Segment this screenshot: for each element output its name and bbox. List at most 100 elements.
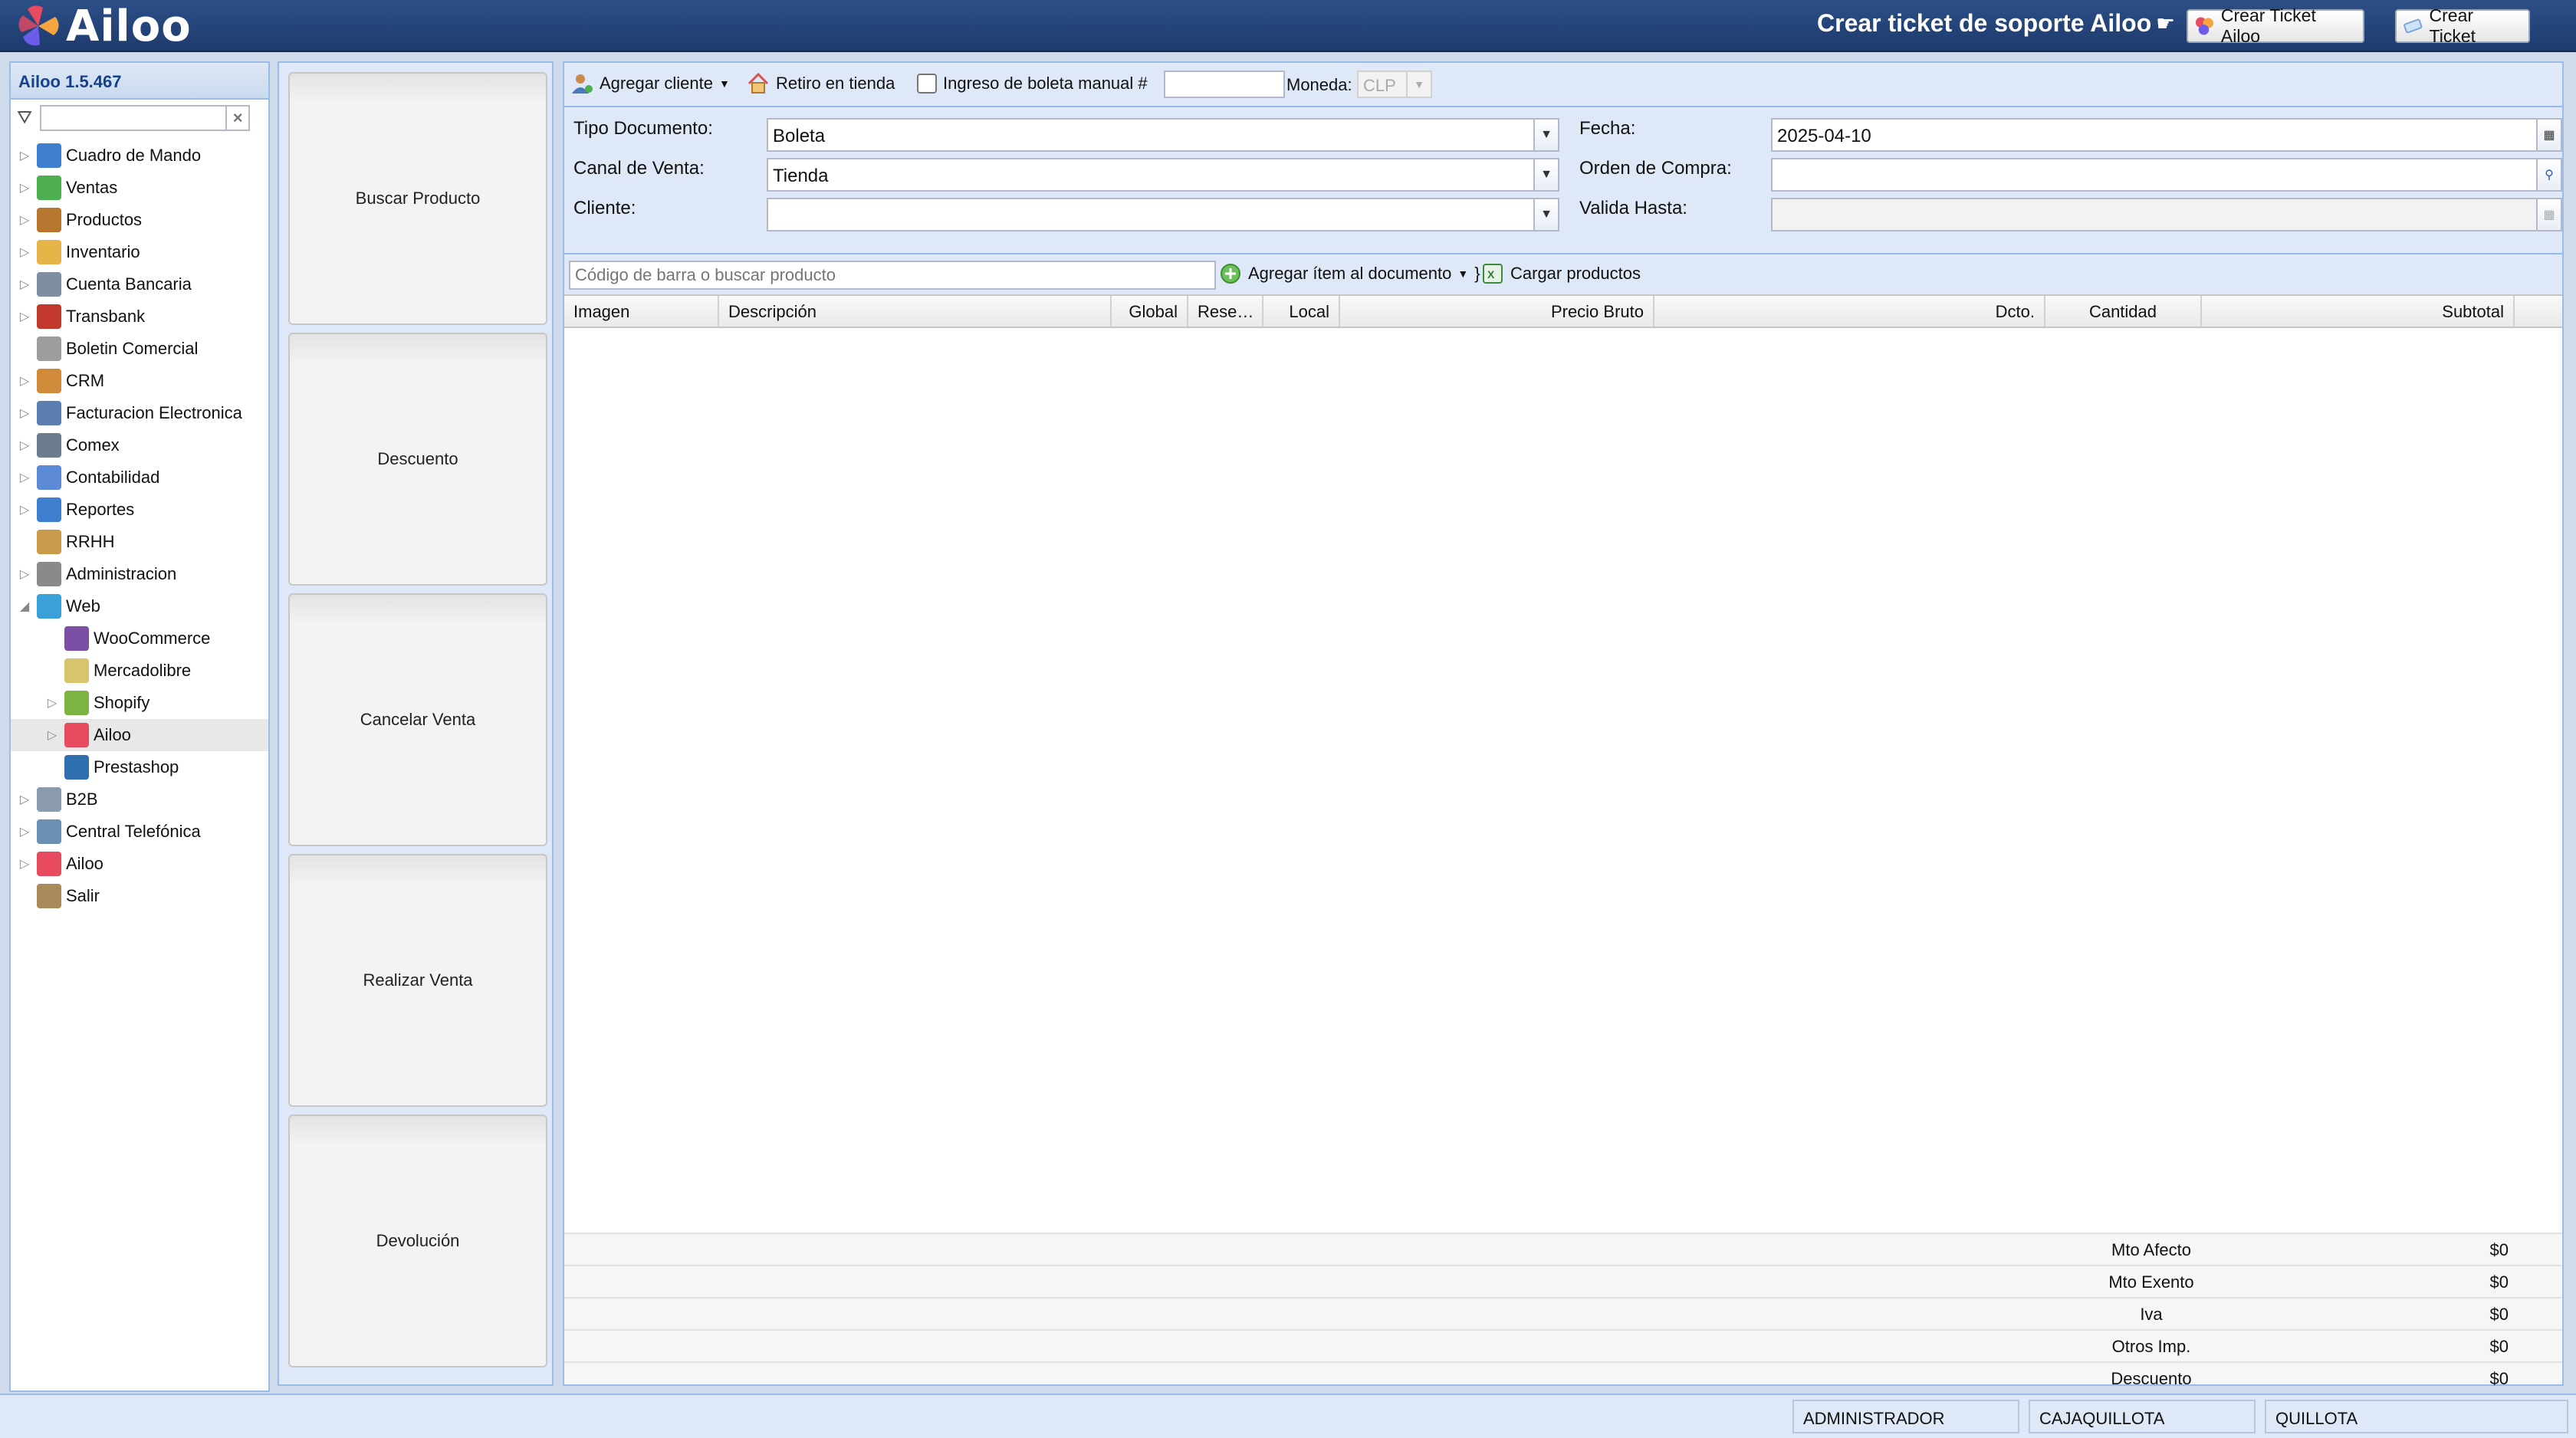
column-image[interactable]: Imagen [564, 296, 719, 327]
expand-icon[interactable]: ▷ [18, 405, 31, 421]
expand-icon[interactable]: ▷ [18, 856, 31, 872]
expand-icon[interactable]: ▷ [18, 502, 31, 517]
tree-item-label: Salir [66, 886, 100, 905]
expand-icon[interactable]: ▷ [18, 148, 31, 163]
tree-item-shopify[interactable]: ▷ Shopify [11, 687, 268, 719]
tree-item-ailoo[interactable]: ▷ Ailoo [11, 719, 268, 751]
column-discount[interactable]: Dcto. [1654, 296, 2045, 327]
totals-panel: Mto Afecto $0 Mto Exento $0 Iva $0 Otros Imp. $… [564, 1233, 2562, 1430]
tree-item-label: Cuenta Bancaria [66, 274, 192, 294]
clear-filter-button[interactable]: × [225, 105, 251, 131]
tree-item-label: Shopify [94, 693, 150, 712]
load-products-button[interactable]: X Cargar productos [1481, 262, 1641, 285]
tree-item-boletin-comercial[interactable]: Boletin Comercial [11, 333, 268, 365]
product-search-input[interactable] [569, 261, 1216, 290]
chevron-down-icon[interactable]: ▼ [1533, 118, 1559, 152]
store-pickup-button[interactable]: Retiro en tienda [747, 72, 895, 95]
expand-icon[interactable]: ▷ [18, 792, 31, 807]
totals-row: Descuento $0 [564, 1361, 2562, 1394]
receipt-number-input[interactable] [1164, 71, 1285, 98]
search-icon[interactable]: ⚲ [2536, 158, 2562, 192]
column-description[interactable]: Descripción [719, 296, 1112, 327]
calendar-icon[interactable]: ▦ [2536, 198, 2562, 231]
column-global[interactable]: Global [1112, 296, 1188, 327]
tree-item-reportes[interactable]: ▷ Reportes [11, 494, 268, 526]
column-local[interactable]: Local [1263, 296, 1340, 327]
currency-dropdown-trigger[interactable]: ▼ [1406, 71, 1432, 98]
tree-item-cuadro-de-mando[interactable]: ▷ Cuadro de Mando [11, 140, 268, 172]
tree-item-facturacion-electronica[interactable]: ▷ Facturacion Electronica [11, 397, 268, 429]
expand-icon[interactable]: ▷ [18, 245, 31, 260]
expand-icon[interactable]: ▷ [46, 727, 58, 743]
manual-receipt-label: Ingreso de boleta manual # [943, 74, 1148, 93]
manual-receipt-checkbox[interactable]: Ingreso de boleta manual # [917, 74, 1148, 94]
expand-icon[interactable]: ▷ [46, 695, 58, 711]
tree-item-mercadolibre[interactable]: Mercadolibre [11, 655, 268, 687]
tree-item-central-telef-nica[interactable]: ▷ Central Telefónica [11, 816, 268, 848]
tree-item-salir[interactable]: Salir [11, 880, 268, 912]
tree-item-comex[interactable]: ▷ Comex [11, 429, 268, 461]
add-item-button[interactable]: Agregar ítem al documento ▼ } [1219, 262, 1480, 285]
document-type-select[interactable]: Boleta [767, 118, 1535, 152]
client-select[interactable] [767, 198, 1535, 231]
purchase-order-label: Orden de Compra: [1579, 158, 1732, 179]
tree-item-woocommerce[interactable]: WooCommerce [11, 622, 268, 655]
expand-icon[interactable]: ▷ [18, 309, 31, 324]
add-client-button[interactable]: Agregar cliente ▼ [570, 72, 730, 95]
tree-item-rrhh[interactable]: RRHH [11, 526, 268, 558]
valid-until-field[interactable] [1771, 198, 2538, 231]
expand-icon[interactable]: ▷ [18, 470, 31, 485]
tree-item-label: Ailoo [94, 725, 131, 744]
items-grid-body[interactable] [564, 328, 2562, 1233]
tree-item-transbank[interactable]: ▷ Transbank [11, 300, 268, 333]
expanded-icon[interactable]: ◢ [18, 599, 31, 614]
status-user: ADMINISTRADOR [1792, 1400, 2019, 1433]
column-subtotal[interactable]: Subtotal [2202, 296, 2515, 327]
checkbox[interactable] [917, 74, 937, 94]
tree-item-cuenta-bancaria[interactable]: ▷ Cuenta Bancaria [11, 268, 268, 300]
expand-icon[interactable]: ▷ [18, 824, 31, 839]
expand-icon[interactable]: ▷ [18, 566, 31, 582]
tree-filter-input[interactable] [40, 105, 228, 131]
tree-item-prestashop[interactable]: Prestashop [11, 751, 268, 783]
create-ticket-label: Crear Ticket [2429, 5, 2476, 46]
create-ticket-ailoo-button[interactable]: Crear Ticket Ailoo [2187, 5, 2364, 46]
chevron-down-icon[interactable]: ▼ [1533, 198, 1559, 231]
return-button[interactable]: Devolución [288, 1115, 547, 1367]
tree-item-ailoo[interactable]: ▷ Ailoo [11, 848, 268, 880]
expand-icon[interactable]: ▷ [18, 180, 31, 195]
column-reserved[interactable]: Rese… [1188, 296, 1263, 327]
column-quantity[interactable]: Cantidad [2045, 296, 2202, 327]
tree-item-contabilidad[interactable]: ▷ Contabilidad [11, 461, 268, 494]
expand-icon[interactable]: ▷ [18, 277, 31, 292]
tree-item-inventario[interactable]: ▷ Inventario [11, 236, 268, 268]
cancel-sale-button[interactable]: Cancelar Venta [288, 593, 547, 846]
calendar-icon[interactable]: ▦ [2536, 118, 2562, 152]
purchase-order-field[interactable] [1771, 158, 2538, 192]
action-buttons-panel: Buscar Producto Descuento Cancelar Venta… [278, 61, 554, 1386]
column-gross-price[interactable]: Precio Bruto [1340, 296, 1654, 327]
chevron-down-icon[interactable]: ▼ [1533, 158, 1559, 192]
expand-icon[interactable]: ▷ [18, 438, 31, 453]
complete-sale-button[interactable]: Realizar Venta [288, 854, 547, 1107]
tree-item-web[interactable]: ◢ Web [11, 590, 268, 622]
expand-icon[interactable]: ▷ [18, 212, 31, 228]
date-field[interactable]: 2025-04-10 [1771, 118, 2538, 152]
search-product-button[interactable]: Buscar Producto [288, 72, 547, 325]
money-icon [37, 176, 61, 200]
totals-label: Descuento [2111, 1369, 2192, 1388]
tree-item-b2b[interactable]: ▷ B2B [11, 783, 268, 816]
add-item-label: Agregar ítem al documento [1248, 264, 1452, 283]
totals-value: $0 [2489, 1240, 2509, 1259]
tree-item-productos[interactable]: ▷ Productos [11, 204, 268, 236]
currency-select[interactable]: CLP [1357, 71, 1408, 98]
create-ticket-button[interactable]: Crear Ticket [2395, 5, 2530, 46]
expand-icon[interactable]: ▷ [18, 373, 31, 389]
discount-button[interactable]: Descuento [288, 333, 547, 586]
tree-item-ventas[interactable]: ▷ Ventas [11, 172, 268, 204]
tree-item-crm[interactable]: ▷ CRM [11, 365, 268, 397]
tree-item-administracion[interactable]: ▷ Administracion [11, 558, 268, 590]
folder-icon [37, 530, 61, 554]
sales-channel-select[interactable]: Tienda [767, 158, 1535, 192]
ailoo-icon [2195, 17, 2213, 35]
